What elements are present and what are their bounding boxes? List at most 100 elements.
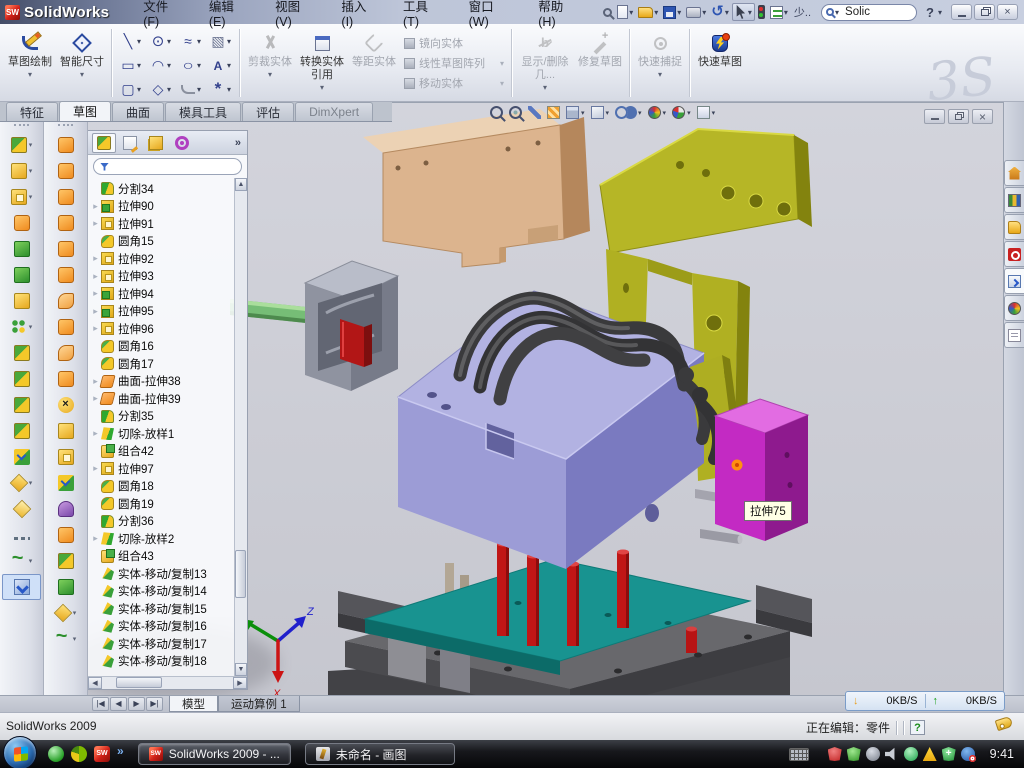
- chevron-down-icon[interactable]: ▾: [938, 8, 942, 17]
- hide-show-items[interactable]: ▾: [615, 106, 642, 119]
- move-entities-button[interactable]: 移动实体 ▾: [404, 75, 508, 91]
- feature-tree-item[interactable]: ▸ 曲面-拉伸38: [90, 373, 234, 391]
- tree-vertical-scrollbar[interactable]: ▲ ▼: [234, 178, 247, 676]
- model-tab[interactable]: 运动算例 1: [218, 696, 300, 712]
- update-manager-icon[interactable]: [866, 747, 880, 761]
- toolbar-grip[interactable]: [58, 124, 73, 130]
- search-input[interactable]: Solic: [845, 6, 870, 18]
- chevron-down-icon[interactable]: ▾: [167, 37, 171, 46]
- new-document-button[interactable]: ▾: [615, 2, 635, 22]
- chevron-down-icon[interactable]: ▾: [702, 8, 706, 17]
- feature-tree-item[interactable]: ▸ 拉伸94: [90, 285, 234, 303]
- chevron-down-icon[interactable]: ▾: [29, 193, 33, 201]
- feature-tree-item[interactable]: ▸ 组合42: [90, 443, 234, 461]
- volume-icon[interactable]: [885, 747, 899, 761]
- feature-tree-item[interactable]: ▸ 分割34: [90, 180, 234, 198]
- feature-tree-item[interactable]: ▸ 圆角19: [90, 495, 234, 513]
- display-delete-relations-button[interactable]: b̷ 显示/删除几... ▾: [516, 27, 574, 99]
- move-copy-body[interactable]: ▾: [2, 444, 41, 470]
- hole-wizard[interactable]: ▾: [2, 288, 41, 314]
- chevron-down-icon[interactable]: ▾: [137, 85, 141, 94]
- chevron-down-icon[interactable]: ▾: [167, 61, 171, 70]
- rapid-sketch-button[interactable]: 快速草图: [694, 27, 746, 99]
- sketch-text[interactable]: ▾: [206, 57, 236, 74]
- expander-arrow-icon[interactable]: ▸: [90, 428, 101, 439]
- feature-tree-item[interactable]: ▸ 拉伸91: [90, 215, 234, 233]
- dome[interactable]: ▾: [46, 496, 85, 522]
- sketch-fillet[interactable]: ▾: [176, 85, 206, 94]
- split[interactable]: ▾: [2, 392, 41, 418]
- chevron-down-icon[interactable]: ▾: [227, 37, 231, 46]
- taskbar-clock[interactable]: 9:41: [990, 747, 1014, 761]
- surface[interactable]: ▾: [46, 288, 85, 314]
- quick-tips-button[interactable]: ?: [910, 720, 925, 735]
- menu-item[interactable]: 工具(T): [391, 0, 455, 32]
- antivirus-icon[interactable]: [71, 746, 87, 762]
- warning-alert-icon[interactable]: [923, 747, 937, 761]
- chevron-down-icon[interactable]: ▾: [654, 8, 658, 17]
- scroll-right-button[interactable]: ▶: [233, 677, 247, 689]
- chevron-down-icon[interactable]: ▾: [784, 8, 788, 17]
- section-view[interactable]: ▾: [547, 106, 560, 119]
- chevron-down-icon[interactable]: ▾: [629, 8, 633, 17]
- point[interactable]: ▾: [206, 81, 236, 97]
- spline[interactable]: ▾: [176, 33, 206, 49]
- custom-properties[interactable]: [1004, 322, 1024, 348]
- solidworks-resources[interactable]: [1004, 160, 1024, 186]
- feature-tree-item[interactable]: ▸ 组合43: [90, 548, 234, 566]
- wrap[interactable]: ▾: [46, 314, 85, 340]
- zoom-to-fit[interactable]: ▾: [490, 106, 503, 119]
- scale[interactable]: ▾: [46, 470, 85, 496]
- design-library[interactable]: [1004, 187, 1024, 213]
- zoom-to-area[interactable]: ▾: [509, 106, 522, 119]
- appearances-scenes[interactable]: [1004, 295, 1024, 321]
- chevron-down-icon[interactable]: ▾: [725, 8, 729, 17]
- save-button[interactable]: ▾: [661, 2, 683, 22]
- menu-item[interactable]: 文件(F): [131, 0, 195, 32]
- last-study-button[interactable]: ▶|: [146, 697, 163, 711]
- deform[interactable]: ▾: [46, 262, 85, 288]
- shield-plus-icon[interactable]: [942, 747, 956, 761]
- expander-arrow-icon[interactable]: ▸: [90, 201, 101, 212]
- tree-filter-input[interactable]: [93, 158, 242, 175]
- search-box[interactable]: ▾ Solic: [821, 4, 917, 21]
- chevron-down-icon[interactable]: ▾: [29, 167, 33, 175]
- chevron-down-icon[interactable]: ▾: [167, 85, 171, 94]
- chevron-down-icon[interactable]: ▾: [29, 479, 33, 487]
- chevron-down-icon[interactable]: ▾: [73, 635, 77, 643]
- previous-study-button[interactable]: ◀: [110, 697, 127, 711]
- swept-boss[interactable]: ▾: [46, 132, 85, 158]
- filter[interactable]: ▾: [528, 106, 541, 119]
- chevron-down-icon[interactable]: ▾: [29, 557, 33, 565]
- expander-arrow-icon[interactable]: ▸: [90, 533, 101, 544]
- network-blocked-icon[interactable]: [961, 747, 975, 761]
- fillet[interactable]: ▾: [2, 184, 41, 210]
- menu-item[interactable]: 窗口(W): [457, 0, 525, 32]
- command-tab[interactable]: 曲面: [112, 102, 164, 121]
- solidworks-shortcut-icon[interactable]: [94, 746, 110, 762]
- feature-tree-item[interactable]: ▸ 拉伸93: [90, 268, 234, 286]
- feature-tree-item[interactable]: ▸ 实体-移动/复制17: [90, 635, 234, 653]
- next-study-button[interactable]: ▶: [128, 697, 145, 711]
- chevron-down-icon[interactable]: ▾: [663, 109, 667, 117]
- view-orientation[interactable]: ▾: [566, 106, 585, 119]
- view-settings[interactable]: ▾: [697, 106, 716, 119]
- curve[interactable]: ▾: [2, 548, 41, 574]
- command-tab[interactable]: 草图: [59, 101, 111, 121]
- thicken[interactable]: ▾: [46, 340, 85, 366]
- delete-body[interactable]: ▾: [46, 392, 85, 418]
- rebuild-button[interactable]: [756, 2, 767, 22]
- feature-tree-item[interactable]: ▸ 曲面-拉伸39: [90, 390, 234, 408]
- chevron-down-icon[interactable]: ▾: [320, 83, 324, 92]
- split-body[interactable]: ▾: [2, 366, 41, 392]
- close-button[interactable]: ×: [997, 4, 1018, 20]
- trim-entities-button[interactable]: 剪裁实体 ▾: [244, 27, 296, 99]
- chevron-down-icon[interactable]: ▾: [227, 61, 231, 70]
- chevron-down-icon[interactable]: ▾: [638, 109, 642, 117]
- feature-tree-item[interactable]: ▸ 切除-放样2: [90, 530, 234, 548]
- instant3d[interactable]: ▾: [2, 574, 41, 600]
- chevron-down-icon[interactable]: ▾: [197, 37, 201, 46]
- command-tab[interactable]: 模具工具: [165, 102, 241, 121]
- feature-tree-item[interactable]: ▸ 拉伸97: [90, 460, 234, 478]
- dimxpertmanager-tab[interactable]: [170, 133, 194, 153]
